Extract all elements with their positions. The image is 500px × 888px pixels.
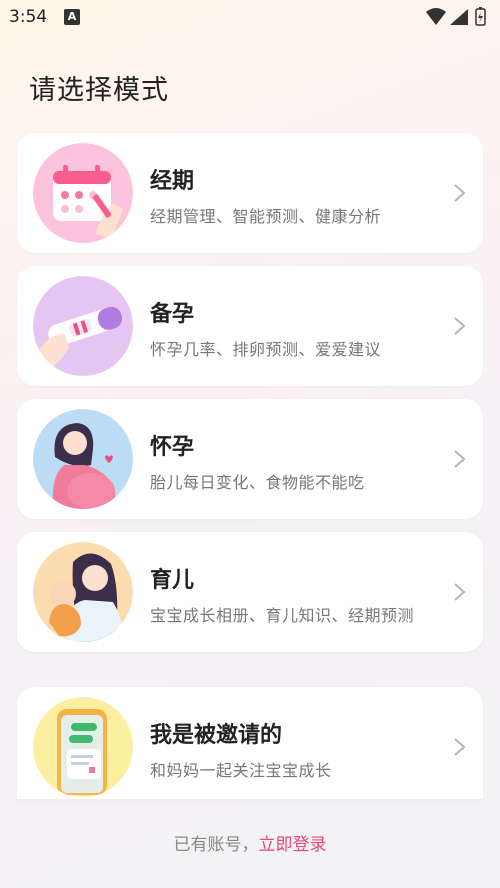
battery-icon bbox=[475, 7, 486, 26]
mode-desc: 怀孕几率、排卵预测、爱爱建议 bbox=[150, 340, 382, 359]
status-icons bbox=[424, 6, 490, 32]
status-bar: 3:54 A bbox=[0, 0, 500, 34]
mode-title: 怀孕 bbox=[150, 435, 195, 460]
mode-desc: 宝宝成长相册、育儿知识、经期预测 bbox=[150, 606, 415, 625]
mode-title: 备孕 bbox=[150, 302, 195, 327]
mode-desc: 和妈妈一起关注宝宝成长 bbox=[150, 761, 332, 780]
mode-title: 经期 bbox=[150, 169, 195, 194]
mode-card-parenting[interactable]: 育儿 宝宝成长相册、育儿知识、经期预测 bbox=[17, 532, 483, 652]
chevron-right-icon bbox=[454, 450, 466, 468]
phone-chat-icon bbox=[33, 697, 133, 797]
chevron-right-icon bbox=[454, 583, 466, 601]
signal-icon bbox=[450, 9, 468, 25]
login-link[interactable]: 立即登录 bbox=[259, 835, 327, 855]
notification-icon: A bbox=[64, 9, 80, 25]
ovulation-test-icon bbox=[33, 276, 133, 376]
wifi-icon bbox=[426, 8, 446, 25]
mode-card-pregnant[interactable]: 怀孕 胎儿每日变化、食物能不能吃 bbox=[17, 399, 483, 519]
calendar-icon bbox=[33, 143, 133, 243]
mode-card-invited[interactable]: 我是被邀请的 和妈妈一起关注宝宝成长 bbox=[17, 687, 483, 799]
mode-card-trying[interactable]: 备孕 怀孕几率、排卵预测、爱爱建议 bbox=[17, 266, 483, 386]
mode-title: 育儿 bbox=[150, 568, 195, 593]
chevron-right-icon bbox=[454, 317, 466, 335]
chevron-right-icon bbox=[454, 738, 466, 756]
chevron-right-icon bbox=[454, 184, 466, 202]
login-prompt: 已有账号，立即登录 bbox=[0, 830, 500, 855]
pregnant-woman-icon bbox=[33, 409, 133, 509]
mode-title: 我是被邀请的 bbox=[150, 723, 283, 748]
page-title: 请选择模式 bbox=[29, 75, 169, 106]
mode-desc: 经期管理、智能预测、健康分析 bbox=[150, 207, 382, 226]
status-time: 3:54 bbox=[9, 7, 48, 27]
login-prompt-text: 已有账号， bbox=[173, 835, 259, 855]
mode-card-period[interactable]: 经期 经期管理、智能预测、健康分析 bbox=[17, 133, 483, 253]
mother-baby-icon bbox=[33, 542, 133, 642]
mode-desc: 胎儿每日变化、食物能不能吃 bbox=[150, 473, 365, 492]
